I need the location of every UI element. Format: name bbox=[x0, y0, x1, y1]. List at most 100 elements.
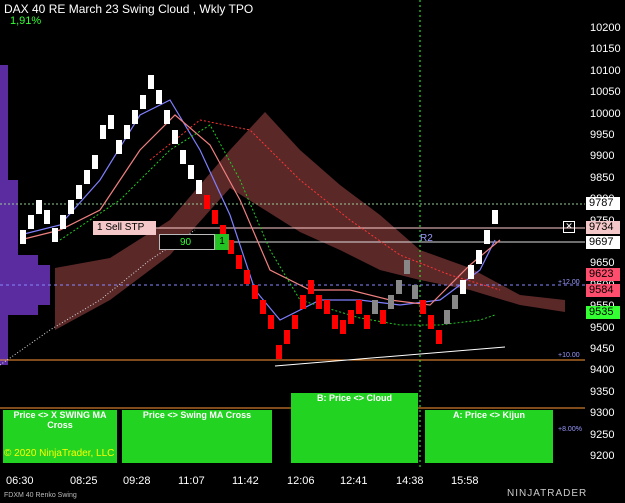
renko-brick bbox=[452, 295, 458, 309]
renko-brick bbox=[444, 310, 450, 324]
renko-brick bbox=[372, 300, 378, 314]
x-tick: 12:41 bbox=[340, 475, 368, 487]
panel-price-cloud[interactable]: B: Price <> Cloud bbox=[291, 393, 418, 463]
renko-brick bbox=[348, 310, 354, 324]
x-tick: 06:30 bbox=[6, 475, 34, 487]
copyright: © 2020 NinjaTrader, LLC bbox=[4, 448, 115, 459]
y-tick: 9500 bbox=[590, 321, 615, 334]
renko-brick bbox=[268, 315, 274, 329]
renko-brick bbox=[260, 300, 266, 314]
close-order-icon[interactable]: ✕ bbox=[563, 221, 575, 233]
renko-brick bbox=[44, 210, 50, 224]
volume-profile bbox=[0, 65, 50, 365]
renko-brick bbox=[212, 210, 218, 224]
label-8: +8.00% bbox=[558, 426, 582, 433]
renko-brick bbox=[484, 230, 490, 244]
renko-brick bbox=[164, 110, 170, 124]
y-tick: 9950 bbox=[590, 129, 615, 141]
renko-brick bbox=[148, 75, 154, 89]
panel-swing-ma-cross[interactable]: Price <> Swing MA Cross bbox=[122, 410, 272, 463]
renko-brick bbox=[428, 315, 434, 329]
renko-brick bbox=[316, 295, 322, 309]
instrument-footer: FDXM 40 Renko Swing bbox=[4, 492, 77, 499]
sell-stop-order[interactable]: 1 Sell STP bbox=[93, 221, 156, 235]
renko-brick bbox=[132, 110, 138, 124]
price-flag: 9584 bbox=[586, 284, 620, 297]
x-tick: 14:38 bbox=[396, 475, 424, 487]
y-tick: 9400 bbox=[590, 364, 615, 377]
x-tick: 09:28 bbox=[123, 475, 151, 487]
x-tick: 08:25 bbox=[70, 475, 98, 487]
renko-brick bbox=[92, 155, 98, 169]
y-tick: 9350 bbox=[590, 385, 615, 398]
renko-brick bbox=[436, 330, 442, 344]
price-flag: 9535 bbox=[586, 306, 620, 319]
renko-brick bbox=[292, 315, 298, 329]
renko-brick bbox=[460, 280, 466, 294]
renko-brick bbox=[388, 295, 394, 309]
renko-brick bbox=[236, 255, 242, 269]
renko-brick bbox=[420, 300, 426, 314]
y-tick: 9250 bbox=[590, 428, 615, 441]
x-tick: 11:07 bbox=[178, 475, 205, 487]
renko-brick bbox=[60, 215, 66, 229]
y-tick: 10200 bbox=[590, 22, 621, 34]
renko-brick bbox=[140, 95, 146, 109]
renko-bricks bbox=[20, 75, 498, 359]
renko-brick bbox=[36, 200, 42, 214]
renko-brick bbox=[20, 230, 26, 244]
renko-brick bbox=[276, 345, 282, 359]
renko-brick bbox=[108, 115, 114, 129]
y-tick: 9200 bbox=[590, 450, 615, 462]
renko-brick bbox=[332, 315, 338, 329]
price-flag: 9623 bbox=[586, 268, 620, 281]
renko-brick bbox=[68, 200, 74, 214]
y-tick: 9900 bbox=[590, 150, 615, 163]
ninjatrader-logo: NINJATRADER bbox=[507, 488, 588, 499]
renko-brick bbox=[404, 260, 410, 274]
renko-brick bbox=[172, 130, 178, 144]
y-tick: 10050 bbox=[590, 86, 621, 99]
renko-brick bbox=[52, 228, 58, 242]
y-tick: 10100 bbox=[590, 64, 621, 77]
trendline bbox=[274, 346, 506, 367]
renko-brick bbox=[324, 300, 330, 314]
renko-brick bbox=[364, 315, 370, 329]
y-tick: 10000 bbox=[590, 107, 621, 120]
order-quantity[interactable]: 90 bbox=[159, 234, 215, 250]
x-tick: 15:58 bbox=[451, 475, 479, 487]
y-tick: 9300 bbox=[590, 407, 615, 420]
renko-brick bbox=[356, 300, 362, 314]
r2-label: R2 bbox=[420, 233, 433, 244]
renko-brick bbox=[100, 125, 106, 139]
renko-brick bbox=[76, 185, 82, 199]
panel-price-kijun[interactable]: A: Price <> Kijun bbox=[425, 410, 553, 463]
renko-brick bbox=[340, 320, 346, 334]
renko-brick bbox=[284, 330, 290, 344]
renko-brick bbox=[196, 180, 202, 194]
x-tick: 11:42 bbox=[232, 475, 259, 487]
renko-brick bbox=[412, 285, 418, 299]
y-tick: 9850 bbox=[590, 171, 615, 184]
order-count[interactable]: 1 bbox=[215, 234, 229, 250]
price-flag: 9734 bbox=[586, 221, 620, 234]
renko-brick bbox=[380, 310, 386, 324]
renko-brick bbox=[204, 195, 210, 209]
price-flag: 9697 bbox=[586, 236, 620, 249]
renko-brick bbox=[116, 140, 122, 154]
chart-title: DAX 40 RE March 23 Swing Cloud , Wkly TP… bbox=[4, 2, 254, 16]
renko-brick bbox=[84, 170, 90, 184]
renko-brick bbox=[156, 90, 162, 104]
renko-brick bbox=[180, 150, 186, 164]
price-flag: 9787 bbox=[586, 197, 620, 210]
label-10: +10.00 bbox=[558, 352, 580, 359]
renko-brick bbox=[468, 265, 474, 279]
renko-brick bbox=[396, 280, 402, 294]
renko-brick bbox=[492, 210, 498, 224]
y-tick: 10150 bbox=[590, 43, 621, 56]
renko-brick bbox=[124, 125, 130, 139]
change-percent: 1,91% bbox=[10, 15, 42, 27]
renko-brick bbox=[28, 215, 34, 229]
renko-brick bbox=[244, 270, 250, 284]
renko-brick bbox=[188, 165, 194, 179]
